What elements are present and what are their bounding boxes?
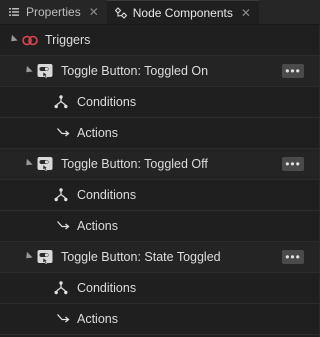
conditions-icon	[54, 281, 68, 295]
properties-list-icon	[9, 8, 19, 16]
trigger-expand-arrow-icon[interactable]	[23, 251, 33, 262]
conditions-icon	[54, 188, 68, 202]
trigger-more-button[interactable]: •••	[282, 250, 304, 264]
trigger-label: Toggle Button: Toggled Off	[61, 157, 208, 171]
trigger-label: Toggle Button: Toggled On	[61, 64, 209, 78]
actions-label: Actions	[77, 126, 118, 140]
conditions-label: Conditions	[77, 188, 137, 202]
conditions-label: Conditions	[77, 95, 137, 109]
trigger-label: Toggle Button: State Toggled	[61, 250, 221, 264]
tab-node-components-label: Node Components	[132, 5, 233, 20]
triggers-root-row[interactable]: Triggers	[0, 25, 320, 56]
actions-row[interactable]: Actions	[0, 118, 320, 149]
conditions-icon	[54, 95, 68, 109]
actions-arrow-icon	[57, 128, 70, 137]
node-components-icon	[114, 6, 127, 19]
actions-row[interactable]: Actions	[0, 304, 320, 335]
trigger-expand-arrow-icon[interactable]	[23, 65, 33, 76]
trigger-row-toggled-off[interactable]: Toggle Button: Toggled Off •••	[0, 149, 320, 180]
node-components-panel: Triggers Toggle Button: Toggled On ••• C…	[0, 25, 320, 337]
conditions-row[interactable]: Conditions	[0, 180, 320, 211]
actions-label: Actions	[77, 219, 118, 233]
toggle-trigger-icon	[37, 64, 53, 79]
tab-properties[interactable]: Properties ✕	[0, 0, 107, 24]
trigger-more-button[interactable]: •••	[282, 64, 304, 78]
triggers-label: Triggers	[45, 33, 91, 47]
toggle-trigger-icon	[37, 250, 53, 265]
actions-arrow-icon	[57, 221, 70, 230]
conditions-label: Conditions	[77, 281, 137, 295]
trigger-link-icon	[22, 35, 38, 46]
toggle-trigger-icon	[37, 157, 53, 172]
tab-bar: Properties ✕ Node Components ✕	[0, 0, 320, 25]
trigger-row-state-toggled[interactable]: Toggle Button: State Toggled •••	[0, 242, 320, 273]
trigger-more-button[interactable]: •••	[282, 157, 304, 171]
tab-properties-label: Properties	[26, 5, 81, 19]
triggers-expand-arrow-icon[interactable]	[8, 34, 18, 45]
tab-properties-close-icon[interactable]: ✕	[89, 5, 99, 19]
actions-label: Actions	[77, 312, 118, 326]
tab-node-components[interactable]: Node Components ✕	[106, 0, 259, 24]
tab-node-components-close-icon[interactable]: ✕	[241, 6, 251, 20]
actions-row[interactable]: Actions	[0, 211, 320, 242]
conditions-row[interactable]: Conditions	[0, 87, 320, 118]
actions-arrow-icon	[57, 314, 70, 323]
conditions-row[interactable]: Conditions	[0, 273, 320, 304]
trigger-expand-arrow-icon[interactable]	[23, 158, 33, 169]
trigger-row-toggled-on[interactable]: Toggle Button: Toggled On •••	[0, 56, 320, 87]
